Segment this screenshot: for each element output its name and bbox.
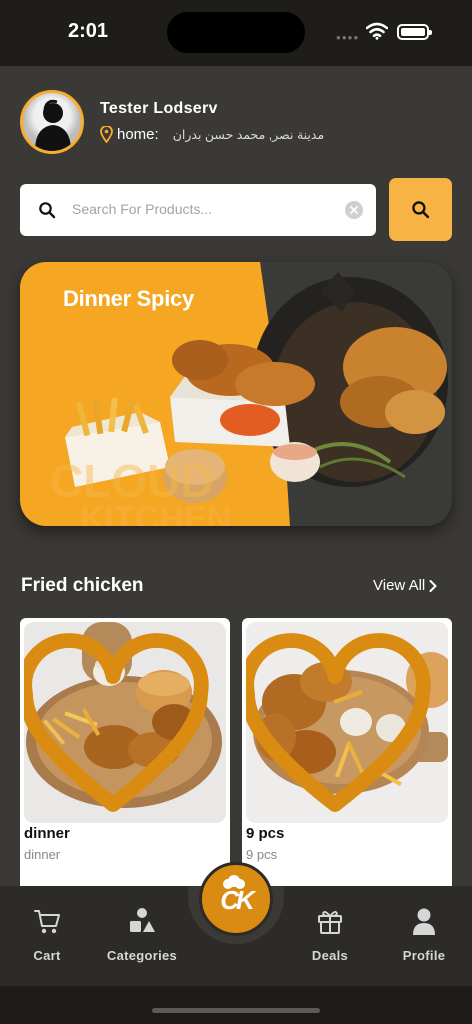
tab-label-deals: Deals xyxy=(311,948,349,963)
logo-text: CK xyxy=(220,885,255,915)
product-card[interactable]: dinner dinner xyxy=(20,618,230,886)
search-input[interactable]: Search For Products... xyxy=(20,184,376,236)
banner-title: Dinner Spicy xyxy=(63,286,194,311)
clear-icon[interactable] xyxy=(345,201,363,219)
tab-categories[interactable]: Categories xyxy=(97,906,187,970)
home-logo-button[interactable]: CK xyxy=(199,862,273,936)
tab-label-categories: Categories xyxy=(106,948,178,963)
product-image xyxy=(246,622,448,823)
search-icon xyxy=(39,202,56,219)
profile-icon xyxy=(413,908,435,935)
status-time: 2:01 xyxy=(68,20,109,42)
svg-text:KITCHEN: KITCHEN xyxy=(80,500,231,526)
tab-cart[interactable]: Cart xyxy=(2,906,92,970)
heart-icon[interactable] xyxy=(246,630,436,823)
gift-icon xyxy=(318,911,342,934)
search-icon xyxy=(412,201,430,219)
heart-icon[interactable] xyxy=(24,630,214,823)
cart-icon xyxy=(34,910,60,934)
section-title: Fried chicken xyxy=(21,575,144,596)
wifi-icon xyxy=(366,22,388,40)
signal-dots-icon: ●●●● xyxy=(336,33,360,42)
view-all-label: View All xyxy=(373,577,426,594)
search-placeholder: Search For Products... xyxy=(72,201,213,217)
product-subtitle: 9 pcs xyxy=(246,847,278,862)
tab-label-profile: Profile xyxy=(402,948,446,963)
home-indicator-area xyxy=(0,986,472,1024)
address-label: home: xyxy=(117,125,159,143)
product-card[interactable]: 9 pcs 9 pcs xyxy=(242,618,452,886)
avatar[interactable] xyxy=(20,90,84,154)
product-subtitle: dinner xyxy=(24,847,61,862)
tab-deals[interactable]: Deals xyxy=(285,906,375,970)
home-indicator[interactable] xyxy=(152,1008,320,1013)
user-header[interactable]: Tester Lodserv home: مدينة نصر, محمد حسن… xyxy=(20,90,452,154)
tab-profile[interactable]: Profile xyxy=(379,906,469,970)
user-silhouette-icon xyxy=(35,99,71,151)
user-name: Tester Lodserv xyxy=(100,100,218,117)
home-content[interactable]: Tester Lodserv home: مدينة نصر, محمد حسن… xyxy=(0,66,472,886)
dynamic-island xyxy=(167,12,305,53)
view-all-link[interactable]: View All xyxy=(373,577,438,594)
delivery-address[interactable]: home: مدينة نصر, محمد حسن بدران xyxy=(100,124,324,144)
location-pin-icon xyxy=(100,125,113,143)
tab-label-cart: Cart xyxy=(33,948,61,963)
promo-banner[interactable]: CLOUD KITCHEN Dinner Spicy xyxy=(20,262,452,526)
product-name: dinner xyxy=(24,825,70,842)
categories-icon xyxy=(130,908,155,932)
address-value: مدينة نصر, محمد حسن بدران xyxy=(172,127,325,142)
status-bar: 2:01 ●●●● xyxy=(0,0,472,66)
product-name: 9 pcs xyxy=(246,825,285,842)
search-button[interactable] xyxy=(389,178,452,241)
battery-icon xyxy=(397,24,432,40)
chevron-right-icon xyxy=(429,579,438,592)
product-image xyxy=(24,622,226,823)
